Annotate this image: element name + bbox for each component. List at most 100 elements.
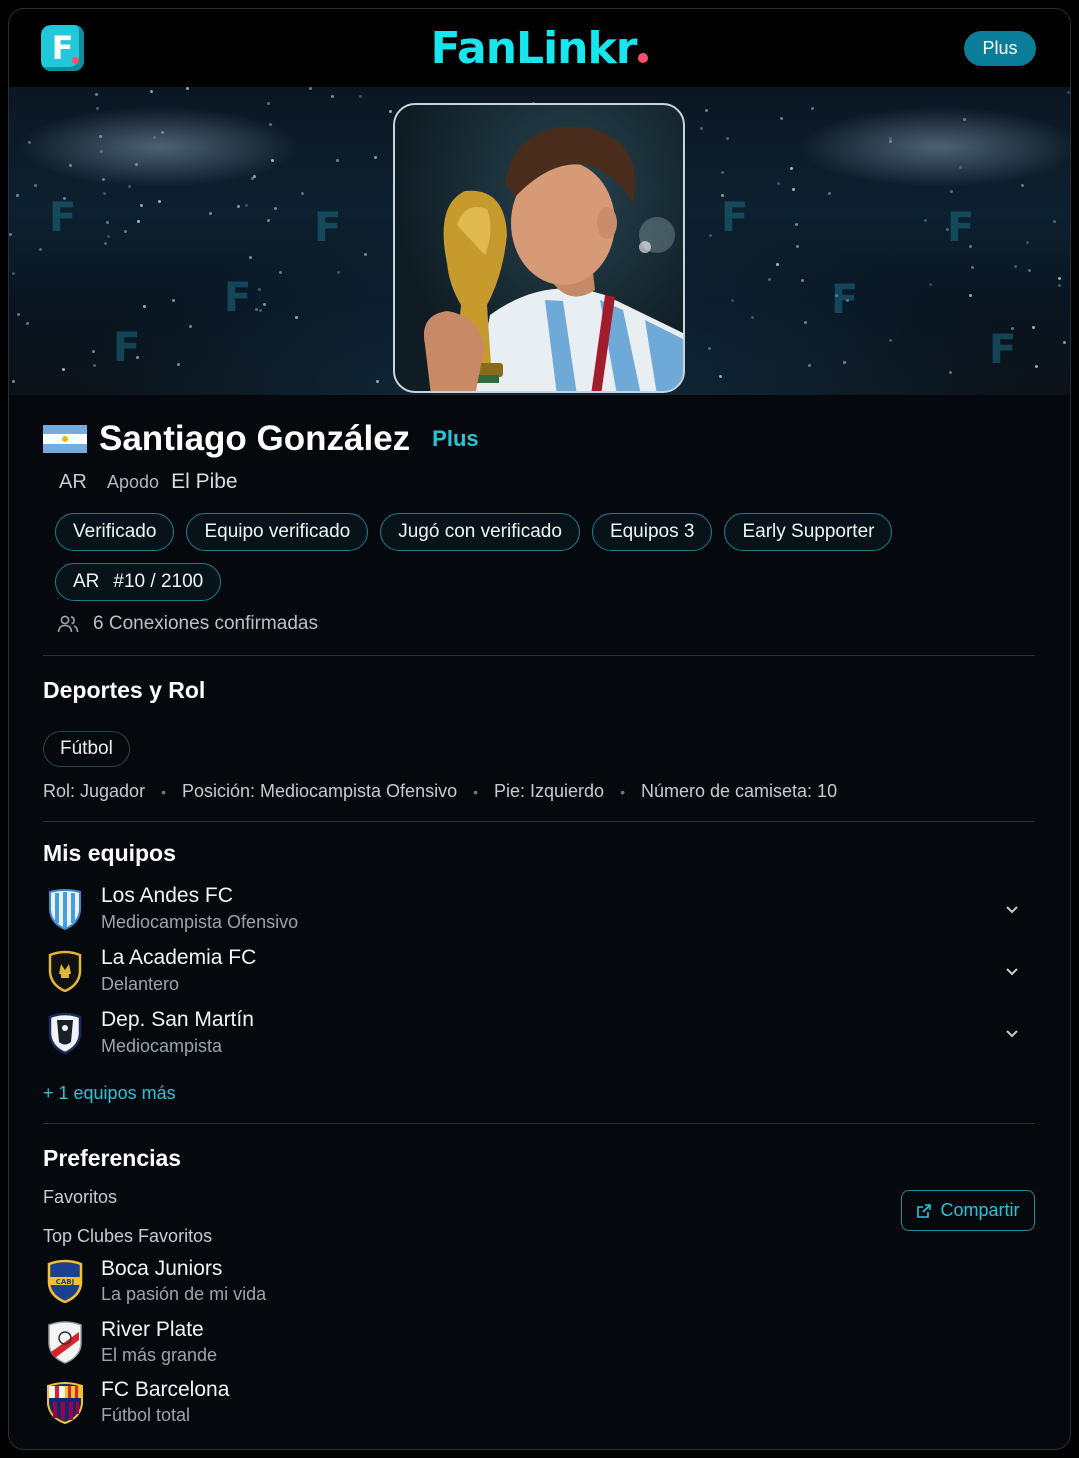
sparkle [337, 271, 340, 274]
club-description: Fútbol total [101, 1405, 191, 1425]
sparkle [103, 192, 106, 195]
chevron-down-icon[interactable] [1003, 900, 1021, 918]
sparkle [811, 107, 814, 110]
team-name: Los Andes FC [101, 884, 233, 907]
banner-f-logo-icon: F [113, 325, 141, 371]
team-role: Mediocampista [101, 1036, 223, 1056]
external-link-icon [917, 1203, 932, 1218]
favorite-club[interactable]: FC Barcelona Fútbol total [43, 1378, 643, 1434]
club-description: El más grande [101, 1345, 218, 1365]
sparkle [846, 299, 849, 302]
preferences-section-title: Preferencias [43, 1145, 182, 1171]
sparkle [251, 177, 254, 180]
sparkle [796, 245, 799, 248]
sparkle [177, 363, 180, 366]
sparkle [128, 185, 131, 188]
sparkle [721, 171, 724, 174]
boca-crest-icon: CABJ [47, 1259, 83, 1303]
sparkle [26, 322, 29, 325]
favorite-club[interactable]: CABJ Boca Juniors La pasión de mi vida [43, 1257, 643, 1313]
sparkle [971, 266, 974, 269]
sparkle [705, 109, 708, 112]
sparkle [12, 272, 15, 275]
badge-teams-count[interactable]: Equipos 3 [591, 513, 713, 551]
club-name: River Plate [101, 1318, 204, 1341]
team-role: Mediocampista Ofensivo [101, 912, 299, 932]
player-photo [424, 126, 683, 391]
ranking-badge[interactable]: AR #10 / 2100 [55, 563, 222, 601]
sparkle [843, 361, 846, 364]
share-button-label: Compartir [940, 1200, 1020, 1220]
badge-team-verified[interactable]: Equipo verificado [186, 513, 369, 551]
avatar[interactable] [393, 103, 685, 393]
sparkle [135, 163, 138, 166]
profile-name: Santiago González [99, 419, 411, 458]
banner-f-logo-icon: F [49, 195, 77, 241]
chevron-down-icon[interactable] [1003, 1024, 1021, 1042]
sparkle [28, 141, 31, 144]
sparkle [274, 207, 277, 210]
team-row[interactable]: Los Andes FC Mediocampista Ofensivo [43, 884, 1035, 940]
sparkle [1026, 241, 1029, 244]
separator-dot: • [620, 783, 625, 800]
sparkle [1028, 269, 1031, 272]
sparkle [376, 380, 379, 383]
sparkle [34, 184, 37, 187]
connections-link[interactable]: 6 Conexiones confirmadas [57, 613, 318, 635]
favorite-club[interactable]: River Plate El más grande [43, 1318, 643, 1374]
sparkle [1067, 91, 1070, 94]
team-row[interactable]: Dep. San Martín Mediocampista [43, 1008, 1035, 1064]
sparkle [158, 200, 161, 203]
sparkle [140, 204, 143, 207]
sparkle [255, 308, 258, 311]
badge-list: Verificado Equipo verificado Jugó con ve… [55, 513, 1035, 601]
sparkle [929, 283, 932, 286]
shield-stripes-icon [49, 889, 81, 930]
banner-f-logo-icon: F [831, 277, 859, 323]
sparkle [63, 197, 66, 200]
position-text: Posición: Mediocampista Ofensivo [181, 781, 458, 801]
team-name: La Academia FC [101, 946, 257, 969]
sparkle [804, 321, 807, 324]
sparkle [336, 159, 339, 162]
role-details: Rol: Jugador • Posición: Mediocampista O… [43, 781, 837, 802]
sparkle [267, 102, 270, 105]
sparkle [99, 135, 102, 138]
sparkle [1063, 341, 1066, 344]
profile-subtitle: AR Apodo El Pibe [59, 470, 238, 494]
sparkle [950, 190, 953, 193]
sparkle [959, 166, 962, 169]
sparkle [963, 118, 966, 121]
sparkle [331, 95, 334, 98]
svg-text:CABJ: CABJ [56, 1278, 75, 1286]
ranking-country: AR [73, 571, 100, 592]
sparkle [93, 364, 96, 367]
shield-gold-icon [48, 950, 82, 992]
sparkle [359, 95, 362, 98]
sparkle [889, 339, 892, 342]
share-button[interactable]: Compartir [901, 1190, 1035, 1231]
badge-verified[interactable]: Verificado [55, 513, 175, 551]
divider [43, 1123, 1035, 1124]
sparkle [295, 316, 298, 319]
sport-chip-futbol[interactable]: Fútbol [43, 731, 130, 767]
sparkle [721, 194, 724, 197]
more-teams-link[interactable]: + 1 equipos más [43, 1083, 176, 1104]
badge-early-supporter[interactable]: Early Supporter [724, 513, 893, 551]
badge-played-with-verified[interactable]: Jugó con verificado [380, 513, 580, 551]
sparkle [209, 212, 212, 215]
sparkle [137, 220, 140, 223]
sparkle [9, 233, 12, 236]
plus-badge: Plus [432, 426, 479, 451]
sparkle [106, 221, 109, 224]
plus-button[interactable]: Plus [964, 31, 1036, 66]
shield-bw-icon [48, 1012, 82, 1054]
sparkle [709, 234, 712, 237]
chevron-down-icon[interactable] [1003, 962, 1021, 980]
team-row[interactable]: La Academia FC Delantero [43, 946, 1035, 1002]
nickname-label: Apodo [107, 472, 160, 492]
sparkle [95, 93, 98, 96]
argentina-flag-icon [43, 425, 87, 453]
sparkle [17, 313, 20, 316]
sparkle [776, 263, 779, 266]
